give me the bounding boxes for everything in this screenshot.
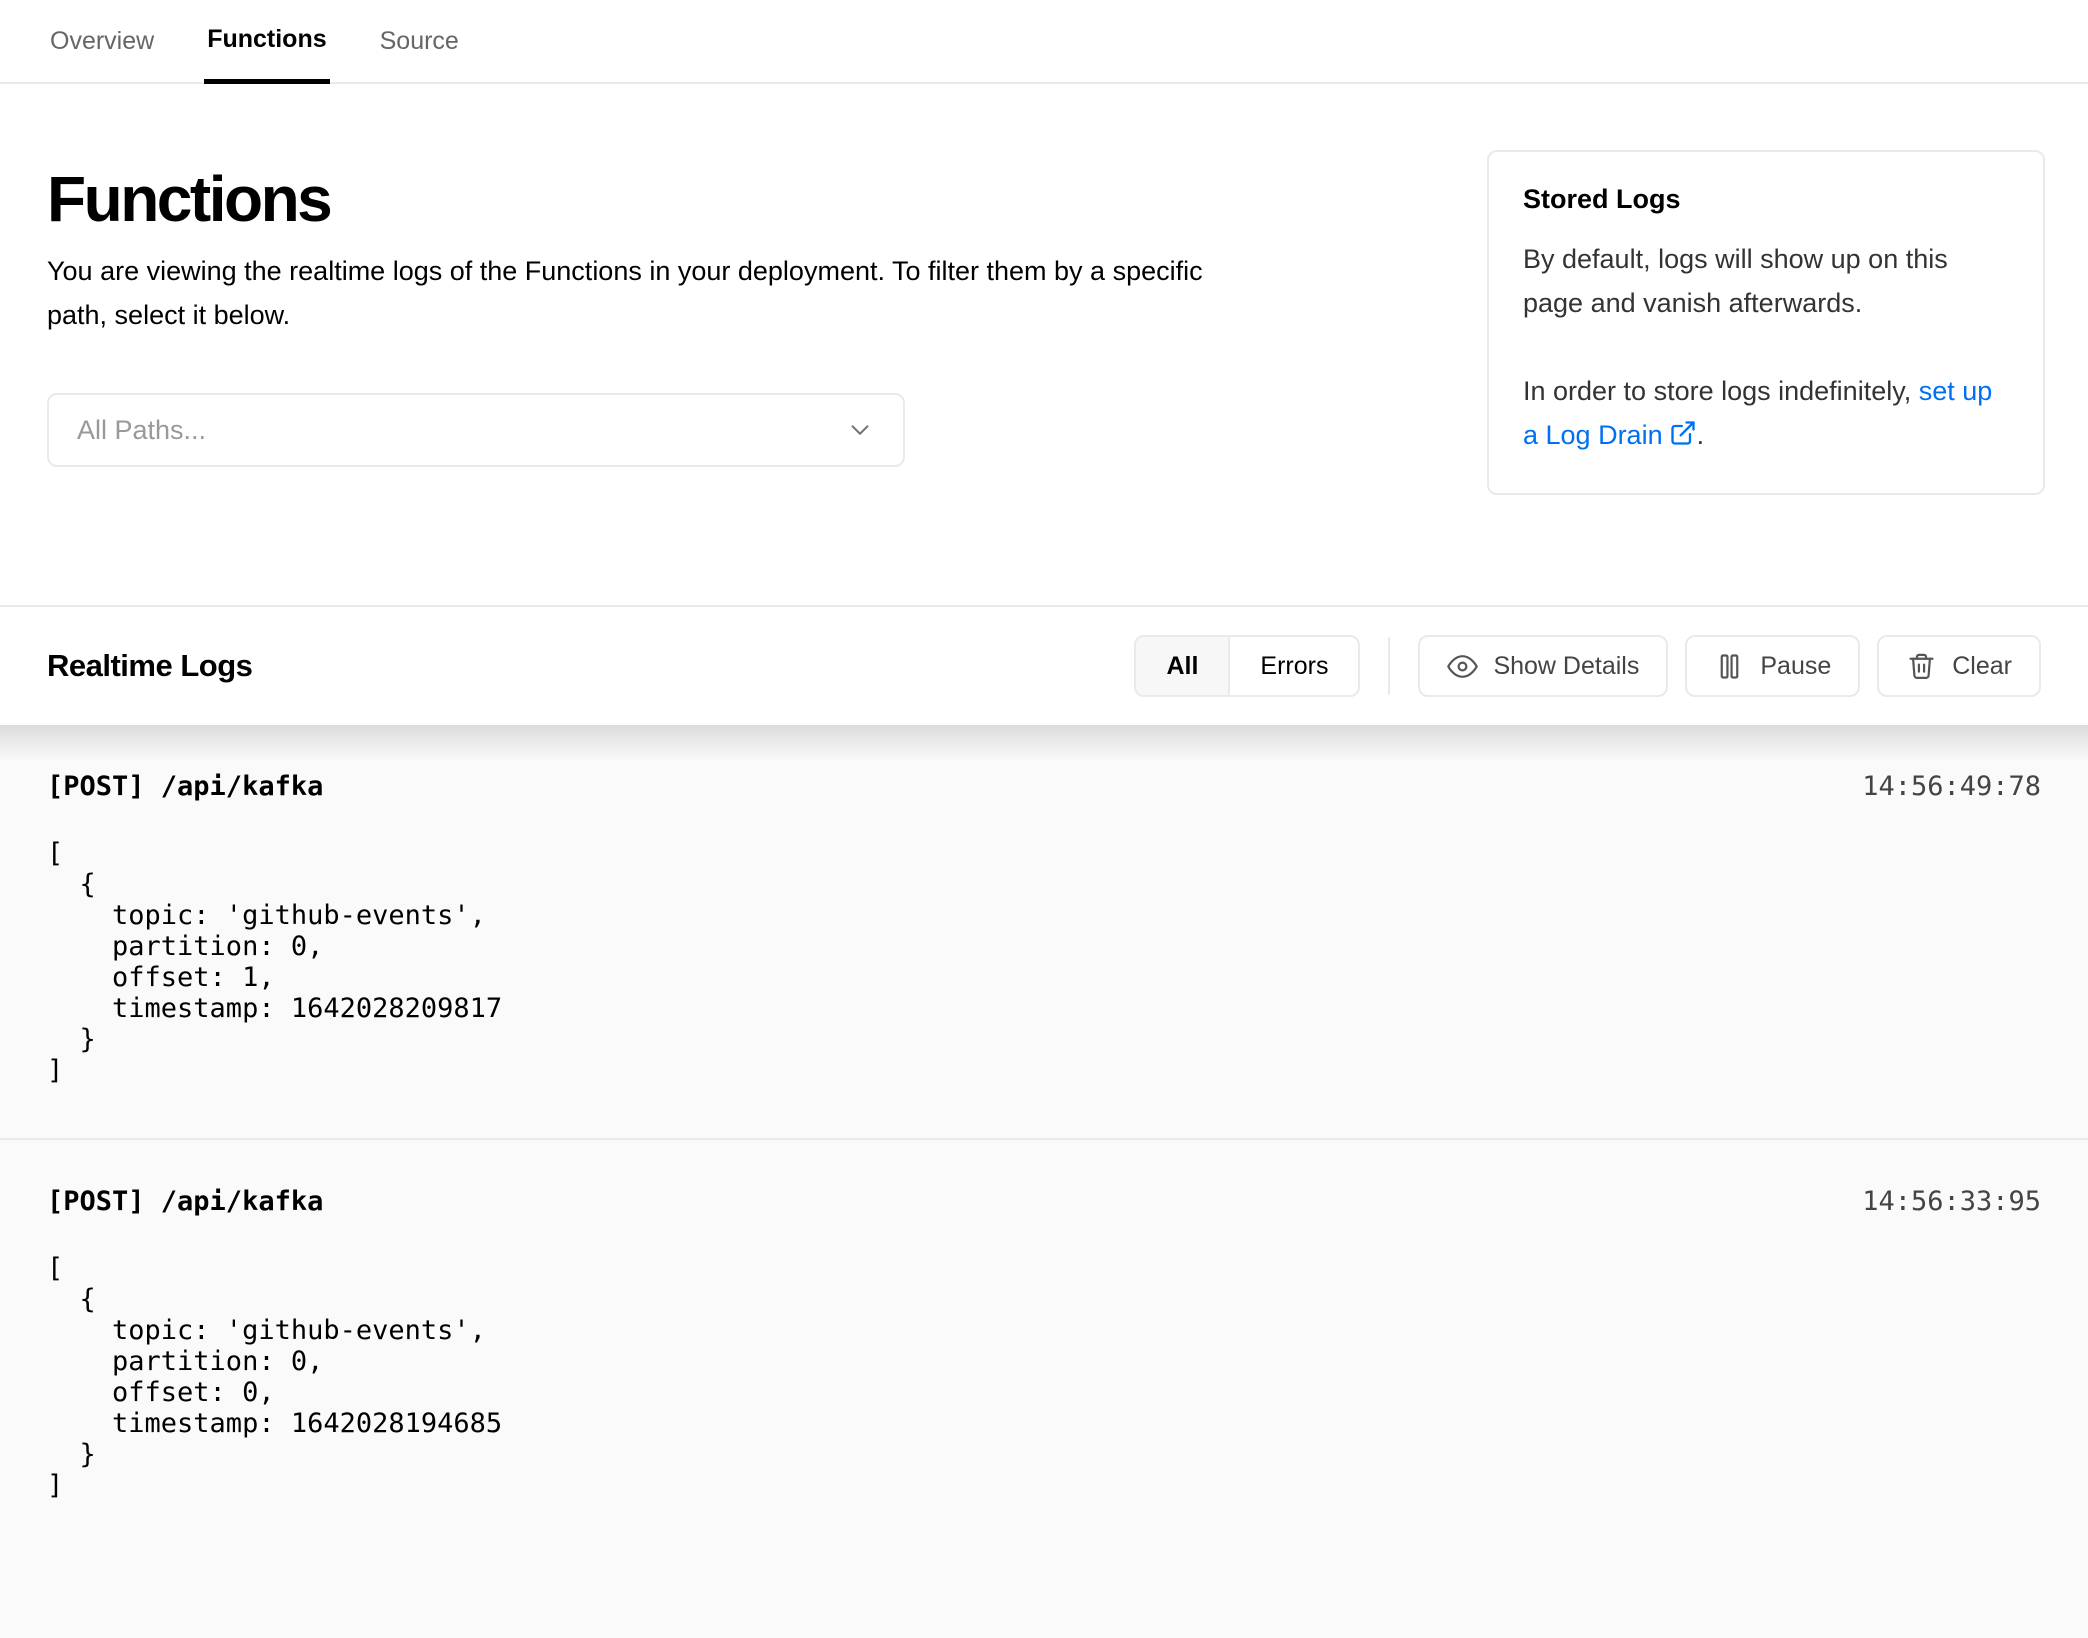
show-details-label: Show Details	[1493, 652, 1639, 681]
realtime-logs-heading: Realtime Logs	[47, 648, 252, 684]
stored-logs-text: By default, logs will show up on this pa…	[1523, 237, 2009, 325]
path-filter-placeholder: All Paths...	[77, 415, 206, 446]
log-entry-body: [ { topic: 'github-events', partition: 0…	[47, 1253, 2041, 1501]
pause-button[interactable]: Pause	[1685, 635, 1860, 697]
page-description: You are viewing the realtime logs of the…	[47, 249, 1212, 337]
realtime-logs-toolbar: Realtime Logs All Errors Show Details Pa…	[0, 605, 2088, 725]
pause-label: Pause	[1760, 652, 1831, 681]
log-timestamp: 14:56:33:95	[1862, 1186, 2041, 1217]
log-method-path: [POST] /api/kafka	[47, 1186, 323, 1217]
clear-button[interactable]: Clear	[1877, 635, 2041, 697]
log-method-path: [POST] /api/kafka	[47, 771, 323, 802]
stored-logs-title: Stored Logs	[1523, 184, 2009, 215]
path-filter-select[interactable]: All Paths...	[47, 393, 905, 467]
tab-functions[interactable]: Functions	[204, 0, 329, 84]
deployment-tabbar: Overview Functions Source	[0, 0, 2088, 84]
external-link-icon[interactable]	[1669, 419, 1697, 447]
toolbar-divider	[1388, 637, 1390, 695]
stored-logs-link-suffix: .	[1697, 420, 1705, 450]
log-filter-segmented-control: All Errors	[1134, 635, 1360, 697]
log-timestamp: 14:56:49:78	[1862, 771, 2041, 802]
clear-label: Clear	[1952, 652, 2012, 681]
deployment-functions-page: Overview Functions Source Functions You …	[0, 0, 2088, 1638]
stored-logs-link-prefix: In order to store logs indefinitely,	[1523, 376, 1919, 406]
stored-logs-text-2: In order to store logs indefinitely, set…	[1523, 369, 2009, 457]
log-entry[interactable]: [POST] /api/kafka 14:56:49:78 [ { topic:…	[0, 725, 2088, 1138]
show-details-button[interactable]: Show Details	[1418, 635, 1668, 697]
filter-all-button[interactable]: All	[1136, 637, 1230, 695]
log-controls: All Errors Show Details Pause	[1134, 635, 2041, 697]
log-entry[interactable]: [POST] /api/kafka 14:56:33:95 [ { topic:…	[0, 1140, 2088, 1553]
log-entry-body: [ { topic: 'github-events', partition: 0…	[47, 838, 2041, 1086]
trash-icon	[1906, 651, 1937, 682]
tab-overview[interactable]: Overview	[47, 0, 157, 82]
eye-icon	[1447, 651, 1478, 682]
pause-icon	[1714, 651, 1745, 682]
log-entry-header: [POST] /api/kafka 14:56:49:78	[47, 771, 2041, 802]
filter-errors-button[interactable]: Errors	[1230, 637, 1358, 695]
log-entry-header: [POST] /api/kafka 14:56:33:95	[47, 1186, 2041, 1217]
realtime-log-stream[interactable]: [POST] /api/kafka 14:56:49:78 [ { topic:…	[0, 725, 2088, 1638]
functions-section: Functions You are viewing the realtime l…	[0, 84, 2088, 605]
tab-source[interactable]: Source	[377, 0, 462, 82]
stored-logs-card: Stored Logs By default, logs will show u…	[1487, 150, 2045, 495]
chevron-down-icon	[845, 415, 875, 445]
